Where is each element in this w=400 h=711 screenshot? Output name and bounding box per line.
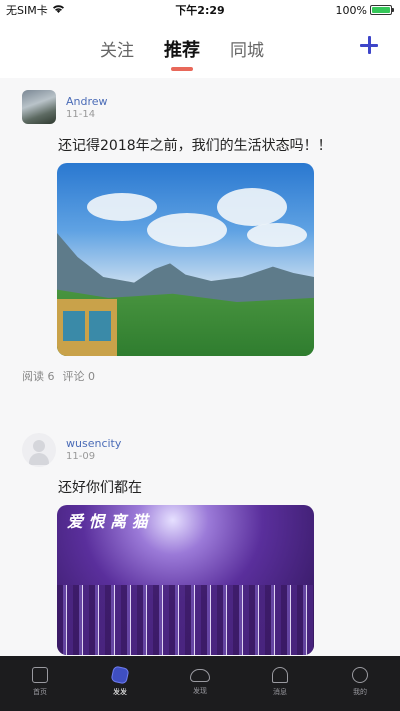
bottom-tab-label: 我的 <box>353 688 367 696</box>
tab-nearby[interactable]: 同城 <box>230 36 264 62</box>
active-tab-indicator <box>171 67 193 71</box>
post-text: 还记得2018年之前，我们的生活状态吗！！ <box>58 138 332 154</box>
bottom-tab-discover[interactable]: 发现 <box>160 656 240 711</box>
bottom-tab-messages[interactable]: 消息 <box>240 656 320 711</box>
post-image[interactable] <box>57 163 314 356</box>
avatar[interactable] <box>22 433 56 467</box>
profile-icon <box>352 667 368 683</box>
bottom-tab-profile[interactable]: 我的 <box>320 656 400 711</box>
post-username[interactable]: wusencity <box>66 437 121 450</box>
bottom-tab-label: 发发 <box>113 688 127 696</box>
mountain-landscape-photo <box>57 163 314 356</box>
bell-icon <box>272 667 288 683</box>
top-nav: 关注 推荐 同城 <box>0 20 400 78</box>
status-bar: 无SIM卡 下午2:29 100% <box>0 0 400 20</box>
bottom-tab-bar: 首页 发发 发现 消息 我的 <box>0 656 400 711</box>
tab-recommended[interactable]: 推荐 <box>164 36 200 71</box>
concert-crowd-photo: 爱 恨 离 猫 <box>57 505 314 655</box>
avatar[interactable] <box>22 90 56 124</box>
status-right: 100% <box>335 3 394 17</box>
post-date: 11-14 <box>66 109 96 120</box>
feed[interactable]: Andrew 11-14 还记得2018年之前，我们的生活状态吗！！ 阅读 6 … <box>0 78 400 656</box>
home-icon <box>32 667 48 683</box>
post-username[interactable]: Andrew <box>66 95 108 108</box>
battery-percent: 100% <box>335 3 367 17</box>
comment-count[interactable]: 评论 0 <box>63 368 96 384</box>
bottom-tab-label: 消息 <box>273 688 287 696</box>
image-overlay-logo: 爱 恨 离 猫 <box>67 512 148 531</box>
bottom-tab-label: 发现 <box>193 687 207 695</box>
post-stats: 阅读 6 评论 0 <box>22 368 95 384</box>
discover-icon <box>190 669 210 682</box>
bottom-tab-label: 首页 <box>33 688 47 696</box>
plus-icon[interactable] <box>358 34 380 56</box>
post-image[interactable]: 爱 恨 离 猫 <box>57 505 314 655</box>
bottom-tab-home[interactable]: 首页 <box>0 656 80 711</box>
tab-following[interactable]: 关注 <box>100 36 134 62</box>
post-text: 还好你们都在 <box>58 480 142 496</box>
bottom-tab-post[interactable]: 发发 <box>80 656 160 711</box>
feed-tabs: 关注 推荐 同城 <box>100 36 264 71</box>
read-count: 阅读 6 <box>22 370 55 383</box>
post-date: 11-09 <box>66 451 96 462</box>
post-icon <box>110 665 130 685</box>
tab-recommended-label: 推荐 <box>164 40 200 61</box>
battery-icon <box>370 5 394 15</box>
